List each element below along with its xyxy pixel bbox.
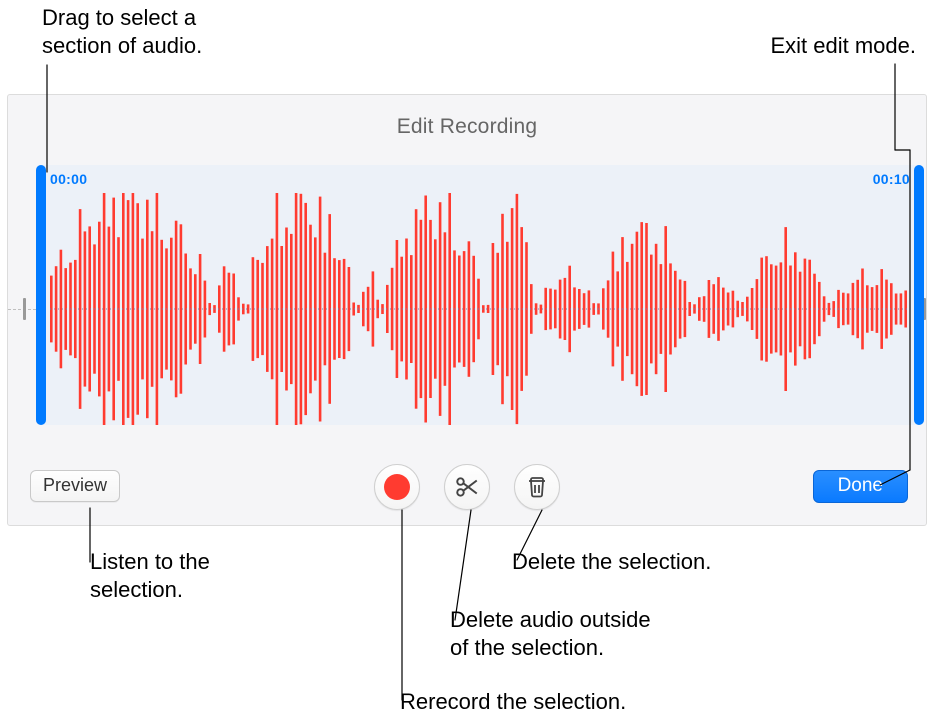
preview-button[interactable]: Preview [30,470,120,502]
toolbar-icon-row [374,464,560,510]
record-button[interactable] [374,464,420,510]
waveform-display [50,193,910,425]
callout-trim: Delete audio outsideof the selection. [450,606,710,661]
callout-preview: Listen to theselection. [90,548,210,603]
record-icon [384,474,410,500]
callout-exit-edit: Exit edit mode. [770,32,916,60]
selection-end-time: 00:10 [873,171,910,187]
waveform-selection-area[interactable]: 00:00 00:10 [36,165,924,425]
done-button[interactable]: Done [813,470,908,503]
selection-handle-left[interactable] [36,165,46,425]
trim-button[interactable] [444,464,490,510]
delete-button[interactable] [514,464,560,510]
selection-start-time: 00:00 [50,171,87,187]
toolbar: Preview [8,460,926,520]
midline-handle-left[interactable] [23,298,26,320]
scissors-icon [454,474,480,500]
callout-drag-select: Drag to select asection of audio. [42,4,242,59]
edit-recording-panel: Edit Recording 00:00 00:10 Preview [7,94,927,526]
trash-icon [525,475,549,499]
callout-rerecord: Rerecord the selection. [400,688,626,716]
panel-title: Edit Recording [8,115,926,139]
selection-handle-right[interactable] [914,165,924,425]
callout-delete-selection: Delete the selection. [512,548,711,576]
